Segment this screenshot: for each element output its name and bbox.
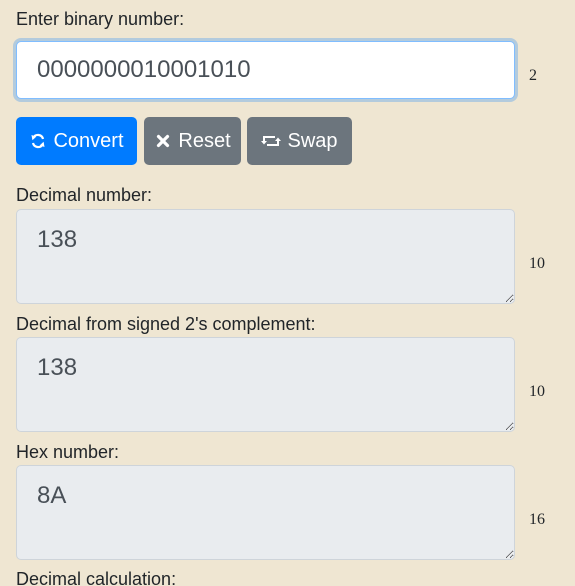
convert-button-label: Convert (53, 129, 124, 152)
signed-decimal-output-label: Decimal from signed 2's complement: (16, 314, 316, 334)
hex-output-label: Hex number: (16, 442, 120, 462)
hex-output[interactable]: 8A (16, 465, 515, 560)
convert-button[interactable]: Convert (16, 117, 137, 165)
retweet-icon (261, 132, 282, 150)
converter-form: Enter binary number: 2 Convert Reset (0, 0, 575, 586)
decimal-output-label: Decimal number: (16, 185, 153, 205)
decimal-base-label: 10 (529, 255, 545, 272)
swap-button[interactable]: Swap (247, 117, 352, 165)
decimal-calculation-label: Decimal calculation: (16, 569, 177, 586)
reset-button[interactable]: Reset (144, 117, 241, 165)
hex-base-label: 16 (529, 511, 545, 528)
binary-input-label: Enter binary number: (16, 9, 185, 29)
close-icon (154, 132, 172, 150)
reset-button-label: Reset (178, 129, 231, 152)
binary-input[interactable] (16, 41, 515, 99)
refresh-icon (29, 132, 47, 150)
binary-base-label: 2 (529, 67, 537, 84)
signed-decimal-base-label: 10 (529, 383, 545, 400)
signed-decimal-output[interactable]: 138 (16, 337, 515, 432)
decimal-output[interactable]: 138 (16, 209, 515, 304)
swap-button-label: Swap (287, 129, 338, 152)
